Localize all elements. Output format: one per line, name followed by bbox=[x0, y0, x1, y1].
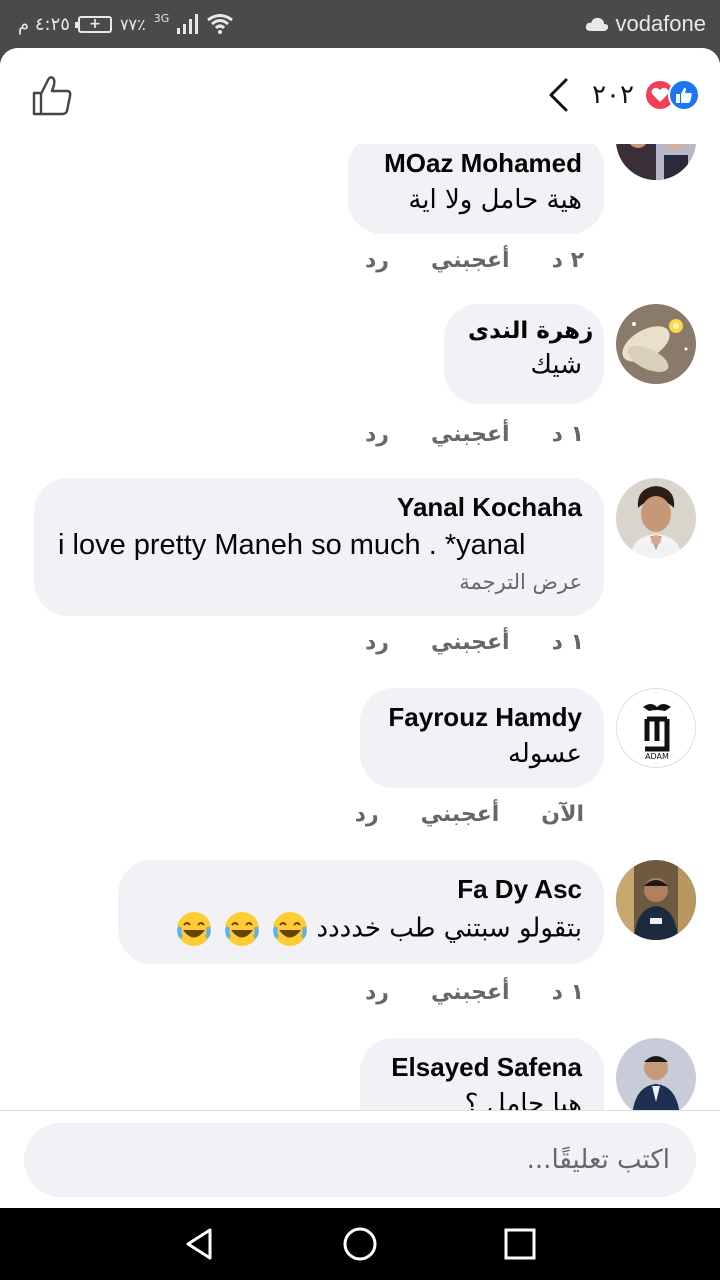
reaction-count: ٢٠٢ bbox=[592, 80, 634, 110]
comment-author[interactable]: Elsayed Safena bbox=[384, 1052, 582, 1083]
like-outline-icon[interactable] bbox=[30, 74, 74, 118]
comment-author[interactable]: MOaz Mohamed bbox=[372, 148, 582, 179]
reply-link[interactable]: رد bbox=[365, 422, 389, 447]
comment-text: بتقولو سبتني طب خدددد bbox=[316, 913, 582, 944]
comment-input[interactable]: اكتب تعليقًا... bbox=[24, 1123, 696, 1197]
comment-author[interactable]: زهرة الندى bbox=[468, 318, 593, 344]
back-chevron-icon[interactable] bbox=[546, 77, 570, 113]
comment-author[interactable]: Fa Dy Asc bbox=[142, 874, 582, 905]
comment-bubble[interactable]: زهرة الندى شيك bbox=[444, 304, 604, 404]
comment-time: ١ د bbox=[551, 980, 584, 1005]
laughing-emoji-icon bbox=[224, 912, 259, 946]
like-link[interactable]: أعجبني bbox=[421, 802, 500, 827]
like-link[interactable]: أعجبني bbox=[431, 980, 510, 1005]
avatar[interactable] bbox=[616, 478, 696, 558]
like-link[interactable]: أعجبني bbox=[431, 422, 510, 447]
comment-bubble[interactable]: MOaz Mohamed هية حامل ولا اية bbox=[348, 144, 604, 234]
like-link[interactable]: أعجبني bbox=[431, 630, 510, 655]
comment-bubble[interactable]: Yanal Kochaha i love pretty Maneh so muc… bbox=[34, 478, 604, 616]
laughing-emoji-icon bbox=[176, 912, 211, 946]
comment-actions: الآن أعجبني رد bbox=[355, 802, 584, 827]
reply-link[interactable]: رد bbox=[355, 802, 379, 827]
comment-text-row: بتقولو سبتني طب خدددد bbox=[142, 911, 582, 947]
nav-back-icon[interactable] bbox=[180, 1224, 220, 1264]
reactions-sheet: ٢٠٢ MOaz Mohamed هية حامل ولا اية ٢ د أع… bbox=[0, 48, 720, 1208]
status-left: ٤:٢٥ م + ٧٧٪ 3G bbox=[18, 10, 234, 38]
avatar[interactable]: ADAM bbox=[616, 688, 696, 768]
sheet-header: ٢٠٢ bbox=[0, 48, 720, 144]
nav-recents-icon[interactable] bbox=[500, 1224, 540, 1264]
nav-home-icon[interactable] bbox=[340, 1224, 380, 1264]
comment-text: هيا حامل ؟ bbox=[464, 1089, 582, 1110]
comment-list[interactable]: MOaz Mohamed هية حامل ولا اية ٢ د أعجبني… bbox=[0, 144, 720, 1110]
cloud-icon bbox=[586, 17, 609, 31]
avatar[interactable] bbox=[616, 304, 696, 384]
comment-bubble[interactable]: Fayrouz Hamdy عسوله bbox=[360, 688, 604, 788]
wifi-icon bbox=[207, 14, 234, 34]
system-nav-bar bbox=[0, 1208, 720, 1280]
comment-time: ٢ د bbox=[551, 248, 584, 273]
like-reaction-icon bbox=[668, 79, 700, 111]
avatar[interactable] bbox=[616, 860, 696, 940]
network-type: 3G bbox=[153, 12, 170, 25]
reply-link[interactable]: رد bbox=[365, 630, 389, 655]
reply-link[interactable]: رد bbox=[365, 980, 389, 1005]
comment-actions: ١ د أعجبني رد bbox=[365, 980, 584, 1005]
comment-composer: اكتب تعليقًا... bbox=[0, 1110, 720, 1208]
status-bar: ٤:٢٥ م + ٧٧٪ 3G vodafone bbox=[0, 0, 720, 48]
comment-author[interactable]: Fayrouz Hamdy bbox=[384, 702, 582, 733]
signal-icon bbox=[177, 14, 199, 34]
avatar[interactable] bbox=[616, 1038, 696, 1110]
comment-time: ١ د bbox=[551, 630, 584, 655]
comment-text: شيك bbox=[530, 350, 582, 380]
comment-time: ١ د bbox=[551, 422, 584, 447]
clock: ٤:٢٥ م bbox=[18, 13, 70, 35]
reaction-summary[interactable]: ٢٠٢ bbox=[546, 76, 700, 114]
see-translation-link[interactable]: عرض الترجمة bbox=[58, 570, 582, 594]
comment-actions: ١ د أعجبني رد bbox=[365, 630, 584, 655]
comment-time: الآن bbox=[541, 802, 584, 827]
status-right: vodafone bbox=[585, 10, 706, 38]
laughing-emoji-icon bbox=[273, 912, 308, 946]
comment-text: i love pretty Maneh so much . *yanal bbox=[58, 529, 526, 561]
battery-icon: + bbox=[74, 15, 112, 33]
comment-text: عسوله bbox=[507, 739, 582, 769]
comment-author[interactable]: Yanal Kochaha bbox=[58, 492, 582, 523]
reply-link[interactable]: رد bbox=[365, 248, 389, 273]
comment-bubble[interactable]: Elsayed Safena هيا حامل ؟ bbox=[360, 1038, 604, 1110]
battery-level: ٧٧٪ bbox=[119, 14, 146, 34]
comment-bubble[interactable]: Fa Dy Asc بتقولو سبتني طب خدددد bbox=[118, 860, 604, 964]
like-link[interactable]: أعجبني bbox=[431, 248, 510, 273]
comment-actions: ١ د أعجبني رد bbox=[365, 422, 584, 447]
comment-actions: ٢ د أعجبني رد bbox=[365, 248, 584, 273]
avatar[interactable] bbox=[616, 144, 696, 180]
carrier-name: vodafone bbox=[615, 11, 706, 36]
svg-text:ADAM: ADAM bbox=[645, 752, 669, 761]
comment-text: هية حامل ولا اية bbox=[408, 185, 582, 215]
